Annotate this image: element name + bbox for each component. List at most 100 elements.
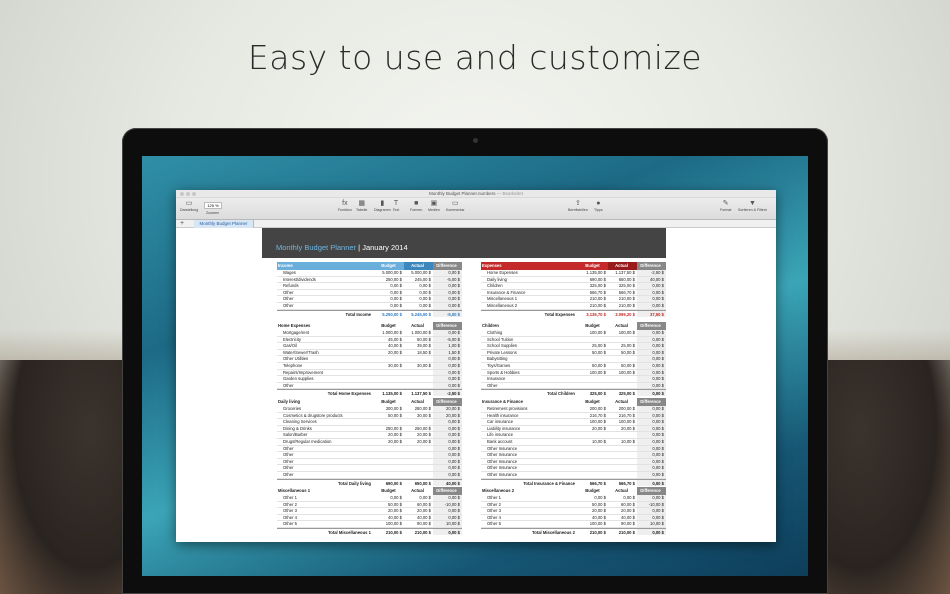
table-row[interactable]: Other 4 40,00 $40,00 $0,00 $ [277, 514, 462, 522]
cell-value[interactable] [579, 337, 608, 343]
cell-value[interactable]: 0,00 $ [637, 376, 666, 382]
row-label[interactable]: Life insurance [481, 432, 579, 438]
cell-value[interactable] [375, 459, 404, 465]
table-row[interactable]: Bank account 10,00 $10,00 $0,00 $ [481, 438, 666, 446]
cell-value[interactable] [608, 465, 637, 471]
cell-value[interactable]: 20,00 $ [608, 508, 637, 514]
cell-value[interactable]: 0,00 $ [637, 406, 666, 412]
cell-value[interactable] [404, 370, 433, 376]
formen-button[interactable]: ■ Formen [410, 200, 422, 212]
cell-value[interactable]: 50,00 $ [375, 502, 404, 508]
cell-value[interactable]: 0,00 $ [637, 465, 666, 471]
cell-value[interactable]: 100,00 $ [608, 419, 637, 425]
cell-value[interactable] [375, 446, 404, 452]
cell-value[interactable] [608, 452, 637, 458]
cell-value[interactable]: 0,00 $ [433, 508, 462, 514]
cell-value[interactable]: 20,00 $ [404, 508, 433, 514]
cell-value[interactable]: 0,00 $ [404, 303, 433, 309]
row-label[interactable]: Cosmetics & drugstore products [277, 413, 375, 419]
row-label[interactable]: Health insurance [481, 413, 579, 419]
cell-value[interactable]: 0,00 $ [433, 270, 462, 276]
cell-value[interactable]: 210,00 $ [608, 296, 637, 302]
cell-value[interactable]: 0,00 $ [637, 438, 666, 445]
cell-value[interactable]: 0,00 $ [375, 303, 404, 309]
maximize-icon[interactable] [192, 192, 196, 196]
table-row[interactable]: Other Insurance 0,00 $ [481, 458, 666, 466]
table-row[interactable]: Other 2 50,00 $60,00 $ -10,00 $ [481, 501, 666, 509]
cell-value[interactable]: 50,00 $ [608, 350, 637, 356]
row-label[interactable]: Other [277, 472, 375, 478]
cell-value[interactable]: 0,00 $ [637, 330, 666, 336]
table-income[interactable]: Income Budget Actual Difference Wages 5.000,0… [277, 262, 462, 317]
row-label[interactable]: Other 2 [481, 502, 579, 508]
table-row[interactable]: Other Insurance 0,00 $ [481, 471, 666, 479]
table-row[interactable]: Life insurance 0,00 $ [481, 432, 666, 439]
table-misc2[interactable]: Miscellaneous 2 Budget Actual Difference Oth… [481, 487, 666, 535]
cell-value[interactable]: 100,00 $ [579, 330, 608, 336]
cell-value[interactable] [375, 356, 404, 362]
cell-value[interactable]: 20,00 $ [579, 426, 608, 432]
cell-value[interactable]: 20,00 $ [433, 406, 462, 412]
row-label[interactable]: Other [277, 296, 375, 302]
row-label[interactable]: Other [277, 383, 375, 389]
darstellung-button[interactable]: ▭ Darstellung [180, 200, 198, 212]
cell-value[interactable] [579, 432, 608, 438]
table-row[interactable]: Cleaning Services 0,00 $ [277, 419, 462, 426]
cell-value[interactable]: 0,00 $ [404, 283, 433, 289]
cell-value[interactable]: 0,00 $ [433, 445, 462, 452]
cell-value[interactable]: 0,00 $ [637, 289, 666, 296]
table-row[interactable]: Other 3 20,00 $20,00 $0,00 $ [277, 508, 462, 515]
cell-value[interactable] [404, 452, 433, 458]
row-label[interactable]: Clothing [481, 330, 579, 336]
row-label[interactable]: Car insurance [481, 419, 579, 425]
row-label[interactable]: Other 3 [481, 508, 579, 514]
cell-value[interactable]: 210,00 $ [579, 296, 608, 302]
table-row[interactable]: Refunds 0,00 $0,00 $0,00 $ [277, 283, 462, 290]
cell-value[interactable]: 250,00 $ [404, 426, 433, 432]
cell-value[interactable]: 0,00 $ [433, 419, 462, 425]
cell-value[interactable]: 200,00 $ [579, 406, 608, 412]
cell-value[interactable]: -10,00 $ [433, 501, 462, 508]
table-row[interactable]: Other 0,00 $0,00 $0,00 $ [277, 302, 462, 310]
cell-value[interactable]: 0,00 $ [637, 445, 666, 452]
row-label[interactable]: Drugs/Regular medication [277, 439, 375, 445]
cell-value[interactable]: 216,70 $ [608, 413, 637, 419]
table-row[interactable]: Health insurance 216,70 $216,70 $0,00 $ [481, 412, 666, 420]
cell-value[interactable]: 20,00 $ [375, 350, 404, 356]
table-row[interactable]: Private Lessons 50,00 $50,00 $0,00 $ [481, 349, 666, 357]
table-row[interactable]: Other 0,00 $ [277, 452, 462, 459]
cell-value[interactable]: 0,00 $ [637, 369, 666, 376]
row-label[interactable]: School Supplies [481, 343, 579, 349]
cell-value[interactable] [404, 419, 433, 425]
cell-value[interactable]: 0,00 $ [433, 465, 462, 471]
cell-value[interactable] [404, 376, 433, 382]
cell-value[interactable]: 20,00 $ [404, 439, 433, 445]
row-label[interactable]: Other [481, 383, 579, 389]
table-row[interactable]: Other 2 50,00 $60,00 $ -10,00 $ [277, 501, 462, 509]
row-label[interactable]: Other [277, 459, 375, 465]
cell-value[interactable]: 0,00 $ [608, 495, 637, 501]
table-row[interactable]: Telephone 30,00 $30,00 $0,00 $ [277, 362, 462, 370]
cell-value[interactable] [404, 472, 433, 478]
table-misc1[interactable]: Miscellaneous 1 Budget Actual Difference Oth… [277, 487, 462, 535]
cell-value[interactable]: 39,00 $ [404, 343, 433, 349]
table-daily[interactable]: Daily living Budget Actual Difference Grocer… [277, 398, 462, 486]
cell-value[interactable] [579, 356, 608, 362]
cell-value[interactable]: 40,00 $ [579, 515, 608, 521]
table-row[interactable]: Home Expenses 1.135,00 $1.137,50 $ -2,50 $ [481, 270, 666, 277]
table-row[interactable]: Water/Sewer/Trash 20,00 $18,50 $1,50 $ [277, 349, 462, 357]
row-label[interactable]: Other 3 [277, 508, 375, 514]
table-row[interactable]: Gas/Oil 40,00 $39,00 $1,00 $ [277, 343, 462, 350]
row-label[interactable]: Repairs/Improvement [277, 370, 375, 376]
table-row[interactable]: Other 5 100,00 $90,00 $10,00 $ [277, 521, 462, 528]
table-row[interactable]: Other Utilities 0,00 $ [277, 356, 462, 363]
sortieren-filtern-button[interactable]: ▼ Sortieren & Filtern [738, 200, 767, 212]
row-label[interactable]: Other [277, 452, 375, 458]
cell-value[interactable]: 0,00 $ [637, 283, 666, 289]
cell-value[interactable]: 100,00 $ [579, 419, 608, 425]
cell-value[interactable]: 0,00 $ [637, 343, 666, 349]
cell-value[interactable] [375, 452, 404, 458]
cell-value[interactable]: 0,00 $ [433, 296, 462, 302]
text-button[interactable]: T Text [392, 200, 400, 212]
row-label[interactable]: Retirement provisions [481, 406, 579, 412]
